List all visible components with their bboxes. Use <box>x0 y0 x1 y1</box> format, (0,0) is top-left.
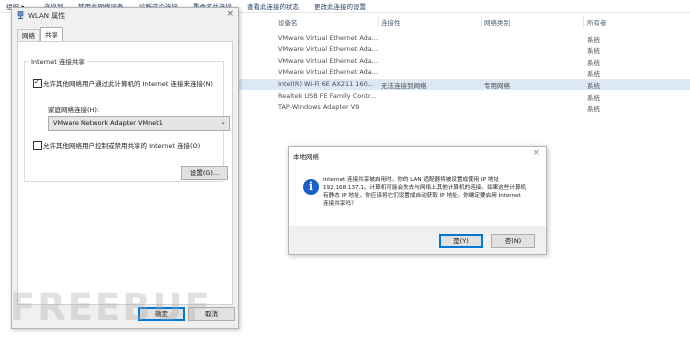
owner: 系统 <box>587 94 600 102</box>
device-name: VMware Virtual Ethernet Ada... <box>278 57 378 65</box>
local-network-dialog: 本地网络 × i Internet 连接共享被启用时，你的 LAN 适配器将被设… <box>288 146 547 255</box>
dialog-title: WLAN 属性 <box>28 12 66 20</box>
sharing-panel: Internet 连接共享 ✓ 允许其他网络用户通过此计算机的 Internet… <box>17 41 233 305</box>
column-device[interactable]: 设备名 <box>278 17 298 27</box>
allow-share-label[interactable]: 允许其他网络用户通过此计算机的 Internet 连接来连接(N) <box>43 78 213 88</box>
table-row-selected[interactable]: Intel(R) Wi-Fi 6E AX211 160... 无法连接到网络 专… <box>238 79 690 90</box>
select-value: VMware Network Adapter VMnet1 <box>53 119 163 127</box>
column-separator[interactable] <box>378 16 379 27</box>
table-row[interactable]: VMware Virtual Ethernet Ada... 系统 <box>238 44 690 55</box>
allow-share-checkbox[interactable]: ✓ <box>33 78 42 88</box>
group-title: Internet 连接共享 <box>29 56 87 66</box>
wlan-properties-dialog: WLAN 属性 × 网络 共享 Internet 连接共享 ✓ 允许其他网络用户… <box>11 7 239 329</box>
close-icon[interactable]: × <box>226 9 234 19</box>
watermark-logo: FREEBUF <box>10 286 212 329</box>
info-icon: i <box>303 179 319 195</box>
dialog-message: Internet 连接共享被启用时，你的 LAN 适配器将被设置成使用 IP 地… <box>323 177 527 207</box>
table-row[interactable]: VMware Virtual Ethernet Ada... 系统 <box>238 56 690 67</box>
owner: 系统 <box>587 36 600 44</box>
no-button[interactable]: 否(N) <box>491 234 535 248</box>
tab-sharing[interactable]: 共享 <box>40 27 63 42</box>
allow-control-label[interactable]: 允许其他网络用户控制或禁用共享的 Internet 连接(O) <box>43 140 200 150</box>
device-name: Intel(R) Wi-Fi 6E AX211 160... <box>278 80 374 88</box>
close-icon[interactable]: × <box>532 148 540 158</box>
device-name: Realtek USB FE Family Contr... <box>278 92 377 100</box>
table-row[interactable]: VMware Virtual Ethernet Ada... 系统 <box>238 33 690 44</box>
dialog-footer: 是(Y) 否(N) <box>289 226 546 254</box>
home-network-select[interactable]: VMware Network Adapter VMnet1 ⌄ <box>48 116 230 131</box>
device-name: VMware Virtual Ethernet Ada... <box>278 34 378 42</box>
owner: 系统 <box>587 47 600 55</box>
device-name: TAP-Windows Adapter V9 <box>278 103 360 111</box>
column-separator[interactable] <box>583 16 584 27</box>
yes-button[interactable]: 是(Y) <box>439 234 483 248</box>
table-row[interactable]: VMware Virtual Ethernet Ada... 系统 <box>238 67 690 78</box>
connectivity: 无法连接到网络 <box>381 82 427 90</box>
owner: 系统 <box>587 105 600 113</box>
owner: 系统 <box>587 59 600 67</box>
allow-control-checkbox[interactable] <box>33 141 42 150</box>
chevron-down-icon: ⌄ <box>220 118 226 126</box>
checkmark-icon: ✓ <box>34 78 40 86</box>
table-row[interactable]: Realtek USB FE Family Contr... 系统 <box>238 91 690 102</box>
column-separator[interactable] <box>481 16 482 27</box>
column-owner[interactable]: 所有者 <box>587 17 607 27</box>
column-category[interactable]: 网络类别 <box>484 17 510 27</box>
network-category: 专用网络 <box>484 82 510 90</box>
home-network-label: 家庭网络连接(H): <box>48 106 100 114</box>
table-row[interactable]: TAP-Windows Adapter V9 系统 <box>238 102 690 113</box>
device-name: VMware Virtual Ethernet Ada... <box>278 68 378 76</box>
network-adapter-icon <box>17 11 24 19</box>
device-name: VMware Virtual Ethernet Ada... <box>278 45 378 53</box>
dialog-title: 本地网络 <box>293 153 319 161</box>
settings-button[interactable]: 设置(G)... <box>181 166 228 180</box>
owner: 系统 <box>587 70 600 78</box>
toolbar-view-status[interactable]: 查看此连接的状态 <box>247 1 299 11</box>
owner: 系统 <box>587 82 600 90</box>
toolbar-change-settings[interactable]: 更改此连接的设置 <box>314 1 366 11</box>
column-connectivity[interactable]: 连接性 <box>381 17 401 27</box>
